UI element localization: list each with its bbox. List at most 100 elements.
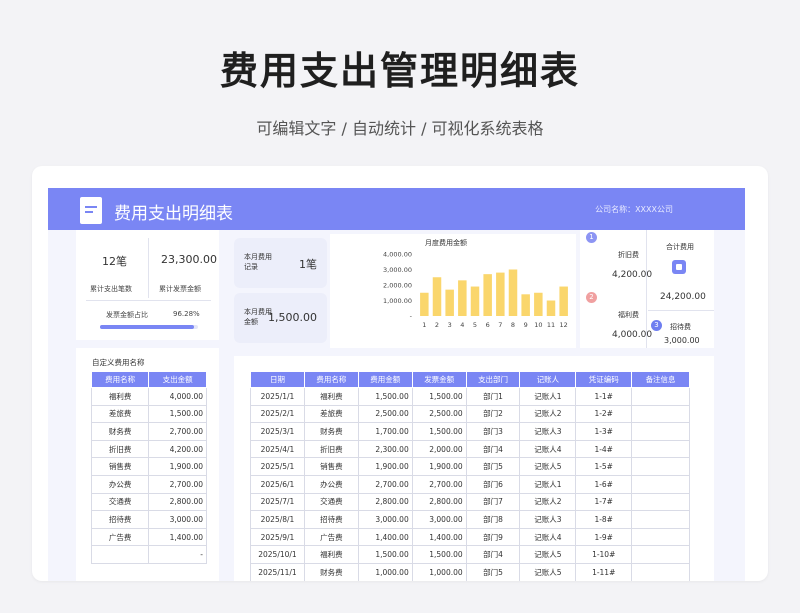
- invoice-amount-cell[interactable]: 1,000.00: [411, 562, 467, 581]
- remark-cell[interactable]: [631, 422, 690, 441]
- remark-cell[interactable]: [631, 562, 690, 581]
- department-cell[interactable]: 部门5: [465, 562, 521, 581]
- table-row[interactable]: 财务费 2,700.00: [90, 422, 207, 441]
- expense-amount-cell[interactable]: 4,000.00: [148, 387, 207, 406]
- expense-name-cell[interactable]: 差旅费: [90, 404, 150, 424]
- col-header[interactable]: 支出金额: [148, 371, 207, 388]
- table-row[interactable]: 2025/7/1 交通费 2,800.00 2,800.00 部门7 记账人2 1-7#: [250, 492, 690, 512]
- expense-amount-cell[interactable]: 1,900.00: [148, 457, 207, 476]
- expense-amount-cell[interactable]: 2,800.00: [357, 492, 413, 512]
- voucher-code-cell[interactable]: 1-5#: [575, 457, 633, 476]
- col-header[interactable]: 费用名称: [90, 371, 150, 388]
- bookkeeper-cell[interactable]: 记账人3: [519, 510, 577, 529]
- department-cell[interactable]: 部门7: [465, 492, 521, 512]
- remark-cell[interactable]: [631, 492, 690, 512]
- expense-amount-cell[interactable]: 2,800.00: [148, 492, 207, 512]
- remark-cell[interactable]: [631, 474, 690, 494]
- expense-amount-cell[interactable]: 2,300.00: [357, 439, 413, 459]
- date-cell[interactable]: 2025/8/1: [250, 510, 305, 529]
- date-cell[interactable]: 2025/10/1: [250, 545, 305, 564]
- department-cell[interactable]: 部门6: [465, 474, 521, 494]
- voucher-code-cell[interactable]: 1-7#: [575, 492, 633, 512]
- expense-name-cell[interactable]: 销售费: [303, 457, 359, 476]
- table-row[interactable]: 差旅费 1,500.00: [90, 404, 207, 424]
- invoice-amount-cell[interactable]: 1,500.00: [411, 422, 467, 441]
- expense-name-cell[interactable]: 福利费: [303, 387, 359, 406]
- expense-amount-cell[interactable]: 2,700.00: [148, 474, 207, 494]
- table-row[interactable]: 2025/6/1 办公费 2,700.00 2,700.00 部门6 记账人1 1-6#: [250, 474, 690, 494]
- voucher-code-cell[interactable]: 1-6#: [575, 474, 633, 494]
- voucher-code-cell[interactable]: 1-8#: [575, 510, 633, 529]
- expense-name-cell[interactable]: 折旧费: [90, 439, 150, 459]
- chart-bar[interactable]: [559, 286, 568, 316]
- expense-amount-cell[interactable]: 1,900.00: [357, 457, 413, 476]
- chart-bar[interactable]: [432, 277, 442, 316]
- remark-cell[interactable]: [631, 457, 690, 476]
- col-header[interactable]: 费用名称: [303, 371, 359, 388]
- col-header[interactable]: 日期: [250, 371, 305, 388]
- table-row[interactable]: 2025/4/1 折旧费 2,300.00 2,000.00 部门4 记账人4 1-4#: [250, 439, 690, 459]
- expense-name-cell[interactable]: 招待费: [90, 510, 150, 529]
- chart-bar[interactable]: [483, 274, 492, 316]
- chart-bar[interactable]: [496, 272, 505, 316]
- expense-name-cell[interactable]: 福利费: [90, 387, 150, 406]
- remark-cell[interactable]: [631, 404, 690, 424]
- invoice-amount-cell[interactable]: 3,000.00: [411, 510, 467, 529]
- bookkeeper-cell[interactable]: 记账人4: [519, 527, 577, 547]
- chart-bar[interactable]: [470, 286, 480, 316]
- expense-name-cell[interactable]: 财务费: [90, 422, 150, 441]
- table-row[interactable]: 2025/1/1 福利费 1,500.00 1,500.00 部门1 记账人1 1-1#: [250, 387, 690, 406]
- table-row[interactable]: 招待费 3,000.00: [90, 510, 207, 529]
- chart-bar[interactable]: [445, 289, 454, 316]
- col-header[interactable]: 支出部门: [465, 371, 521, 388]
- voucher-code-cell[interactable]: 1-10#: [575, 545, 633, 564]
- expense-name-cell[interactable]: 广告费: [90, 527, 150, 547]
- chart-bar[interactable]: [420, 292, 429, 316]
- invoice-amount-cell[interactable]: 2,800.00: [411, 492, 467, 512]
- department-cell[interactable]: 部门2: [465, 404, 521, 424]
- expense-amount-cell[interactable]: 1,400.00: [148, 527, 207, 547]
- department-cell[interactable]: 部门4: [465, 545, 521, 564]
- table-row[interactable]: 2025/11/1 财务费 1,000.00 1,000.00 部门5 记账人5 1-11#: [250, 562, 690, 581]
- invoice-amount-cell[interactable]: 2,700.00: [411, 474, 467, 494]
- invoice-amount-cell[interactable]: 1,500.00: [411, 545, 467, 564]
- bookkeeper-cell[interactable]: 记账人5: [519, 457, 577, 476]
- expense-name-cell[interactable]: 福利费: [303, 545, 359, 564]
- table-row[interactable]: 交通费 2,800.00: [90, 492, 207, 512]
- invoice-amount-cell[interactable]: 2,500.00: [411, 404, 467, 424]
- expense-amount-cell[interactable]: 3,000.00: [357, 510, 413, 529]
- col-header[interactable]: 发票金额: [411, 371, 467, 388]
- voucher-code-cell[interactable]: 1-2#: [575, 404, 633, 424]
- expense-name-cell[interactable]: 交通费: [303, 492, 359, 512]
- bookkeeper-cell[interactable]: 记账人1: [519, 387, 577, 406]
- expense-name-cell[interactable]: 销售费: [90, 457, 150, 476]
- expense-name-cell[interactable]: 差旅费: [303, 404, 359, 424]
- expense-name-cell[interactable]: 交通费: [90, 492, 150, 512]
- expense-name-cell[interactable]: 折旧费: [303, 439, 359, 459]
- remark-cell[interactable]: [631, 527, 690, 547]
- expense-name-cell[interactable]: 办公费: [90, 474, 150, 494]
- department-cell[interactable]: 部门1: [465, 387, 521, 406]
- date-cell[interactable]: 2025/11/1: [250, 562, 305, 581]
- date-cell[interactable]: 2025/2/1: [250, 404, 305, 424]
- expense-name-cell[interactable]: [90, 545, 150, 564]
- col-header[interactable]: 费用金额: [357, 371, 413, 388]
- bookkeeper-cell[interactable]: 记账人5: [519, 545, 577, 564]
- table-row[interactable]: -: [90, 545, 207, 564]
- expense-name-cell[interactable]: 财务费: [303, 562, 359, 581]
- table-row[interactable]: 2025/2/1 差旅费 2,500.00 2,500.00 部门2 记账人2 1-2#: [250, 404, 690, 424]
- voucher-code-cell[interactable]: 1-11#: [575, 562, 633, 581]
- bookkeeper-cell[interactable]: 记账人2: [519, 492, 577, 512]
- table-row[interactable]: 2025/5/1 销售费 1,900.00 1,900.00 部门5 记账人5 1-5#: [250, 457, 690, 476]
- expense-amount-cell[interactable]: 1,000.00: [357, 562, 413, 581]
- col-header[interactable]: 凭证编码: [575, 371, 633, 388]
- date-cell[interactable]: 2025/3/1: [250, 422, 305, 441]
- chart-bar[interactable]: [458, 280, 467, 316]
- table-row[interactable]: 办公费 2,700.00: [90, 474, 207, 494]
- expense-amount-cell[interactable]: -: [148, 545, 207, 564]
- table-row[interactable]: 2025/8/1 招待费 3,000.00 3,000.00 部门8 记账人3 1-8#: [250, 510, 690, 529]
- expense-amount-cell[interactable]: 1,500.00: [148, 404, 207, 424]
- date-cell[interactable]: 2025/5/1: [250, 457, 305, 476]
- table-row[interactable]: 福利费 4,000.00: [90, 387, 207, 406]
- voucher-code-cell[interactable]: 1-1#: [575, 387, 633, 406]
